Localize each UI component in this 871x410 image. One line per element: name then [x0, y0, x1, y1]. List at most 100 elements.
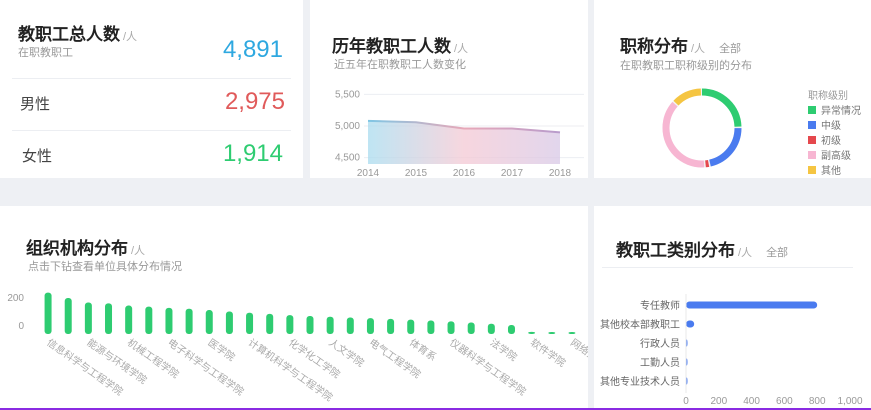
x-tick-label: 1,000	[837, 396, 862, 407]
x-tick-label: 医学院	[206, 336, 238, 364]
x-tick-label: 网络空间	[568, 336, 588, 370]
org-title: 组织机构分布/人	[26, 239, 146, 258]
org-bar[interactable]	[407, 319, 415, 334]
org-bar-chart: 2000信息科学与工程学院能源与环境学院机械工程学院电子科学与工程学院医学院 计算…	[7, 292, 588, 404]
rank-legend-item[interactable]: 异常情况	[808, 102, 861, 117]
legend-swatch	[808, 105, 816, 114]
org-bar[interactable]	[185, 308, 193, 334]
x-tick-label: 2018	[549, 168, 572, 178]
x-tick-label: 软件学院	[528, 336, 568, 370]
history-subtitle: 近五年在职教职工人数变化	[334, 59, 466, 71]
x-tick-label: 2016	[453, 168, 476, 178]
x-tick-label: 800	[809, 396, 826, 407]
org-bar[interactable]	[266, 313, 274, 334]
category-card: 教职工类别分布/人 全部 专任教师其他校本部教职工行政人员工勤人员其他专业技术人员…	[594, 206, 871, 410]
rank-legend-item[interactable]: 中级	[808, 117, 841, 132]
org-bar[interactable]	[427, 320, 435, 335]
divider	[12, 78, 291, 79]
org-card: 组织机构分布/人 点击下钻查看单位具体分布情况 200 0 信息科学与工程学院 能源与…	[0, 206, 588, 410]
legend-swatch	[808, 120, 816, 129]
org-bar[interactable]	[366, 318, 374, 334]
x-tick-label: 2014	[357, 168, 380, 178]
rank-donut-chart	[662, 88, 742, 168]
y-tick-label: 4,500	[335, 153, 360, 164]
x-tick-label: 0	[683, 396, 689, 407]
org-bar[interactable]	[246, 312, 254, 334]
org-subtitle: 点击下钻查看单位具体分布情况	[28, 261, 182, 273]
x-tick-label: 200	[710, 396, 727, 407]
org-bar[interactable]	[64, 298, 72, 334]
x-tick-label: 400	[743, 396, 760, 407]
category-title: 教职工类别分布/人 全部	[616, 241, 789, 260]
female-label: 女性	[22, 148, 53, 165]
category-bar-chart: 专任教师其他校本部教职工行政人员工勤人员其他专业技术人员0 200 400 600 80…	[600, 294, 863, 407]
y-tick-label: 5,000	[335, 121, 360, 132]
org-bar[interactable]	[165, 307, 173, 334]
org-bar[interactable]	[507, 325, 515, 334]
total-staff-title: 教职工总人数/人	[18, 25, 138, 44]
org-bar[interactable]	[548, 332, 556, 334]
org-bar[interactable]	[487, 323, 495, 334]
org-bar[interactable]	[44, 292, 52, 334]
male-label: 男性	[20, 96, 51, 113]
history-title: 历年教职工人数/人	[332, 37, 469, 56]
rank-legend-item[interactable]: 其他	[808, 162, 841, 177]
org-bar[interactable]	[125, 305, 133, 334]
legend-swatch	[808, 165, 816, 174]
x-tick-label: 600	[776, 396, 793, 407]
org-bar[interactable]	[225, 311, 233, 335]
org-bar[interactable]	[84, 302, 92, 335]
y-tick-label: 其他校本部教职工	[600, 318, 680, 331]
y-tick-label: 200	[7, 293, 24, 304]
rank-title: 职称分布/人 全部	[620, 37, 742, 56]
rank-card: 职称分布/人 全部 在职教职工职称级别的分布 职称级别 异常情况中级初级副高级其他	[594, 0, 871, 178]
total-staff-card: 教职工总人数/人 在职教职工 4,891 男性 2,975 女性 1,914	[0, 0, 303, 178]
org-bar[interactable]	[306, 316, 314, 334]
rank-legend-item[interactable]: 副高级	[808, 147, 851, 162]
legend-swatch	[808, 135, 816, 144]
total-staff-value: 4,891	[222, 36, 283, 63]
org-bar[interactable]	[145, 306, 153, 334]
y-tick-label: 专任教师	[640, 299, 680, 312]
org-bar[interactable]	[205, 310, 213, 334]
org-bar[interactable]	[467, 322, 475, 334]
total-staff-subtitle: 在职教职工	[18, 47, 73, 59]
y-tick-label: 0	[18, 321, 24, 332]
org-bar[interactable]	[286, 315, 294, 334]
rank-filter-all[interactable]: 全部	[719, 43, 741, 55]
org-bar[interactable]	[105, 303, 113, 334]
x-tick-label: 2015	[405, 168, 428, 178]
rank-subtitle: 在职教职工职称级别的分布	[620, 60, 752, 72]
divider	[602, 267, 853, 268]
history-card: 历年教职工人数/人 近五年在职教职工人数变化 5,500 5,000 4,500 20…	[310, 0, 588, 178]
org-bar[interactable]	[346, 317, 354, 334]
history-area-chart: 5,500 5,000 4,500 2014 2015 2016 2017 2018	[335, 89, 584, 178]
category-bar[interactable]	[686, 320, 695, 328]
category-filter-all[interactable]: 全部	[766, 247, 788, 259]
legend-label: 异常情况	[821, 106, 861, 117]
legend-label: 其他	[821, 166, 841, 177]
x-tick-label: 体育系	[407, 336, 439, 364]
org-bar[interactable]	[568, 332, 576, 334]
x-tick-label: 法学院	[488, 336, 520, 364]
rank-legend-item[interactable]: 初级	[808, 132, 841, 147]
series-area	[368, 120, 560, 164]
legend-label: 副高级	[821, 151, 851, 162]
legend-label: 初级	[821, 136, 841, 147]
org-bar[interactable]	[387, 318, 395, 334]
legend-label: 中级	[821, 121, 841, 132]
rank-legend-title: 职称级别	[808, 91, 848, 102]
y-tick-label: 其他专业技术人员	[600, 375, 680, 388]
male-value: 2,975	[224, 88, 285, 115]
y-tick-label: 5,500	[335, 89, 360, 100]
x-tick-label: 2017	[501, 168, 524, 178]
org-bar[interactable]	[326, 316, 334, 334]
legend-swatch	[808, 150, 816, 159]
category-bar[interactable]	[686, 301, 818, 309]
divider	[12, 130, 291, 131]
female-value: 1,914	[222, 140, 283, 167]
org-bar[interactable]	[528, 331, 536, 334]
y-tick-label: 行政人员	[640, 337, 680, 350]
y-tick-label: 工勤人员	[640, 356, 680, 369]
org-bar[interactable]	[447, 321, 455, 334]
